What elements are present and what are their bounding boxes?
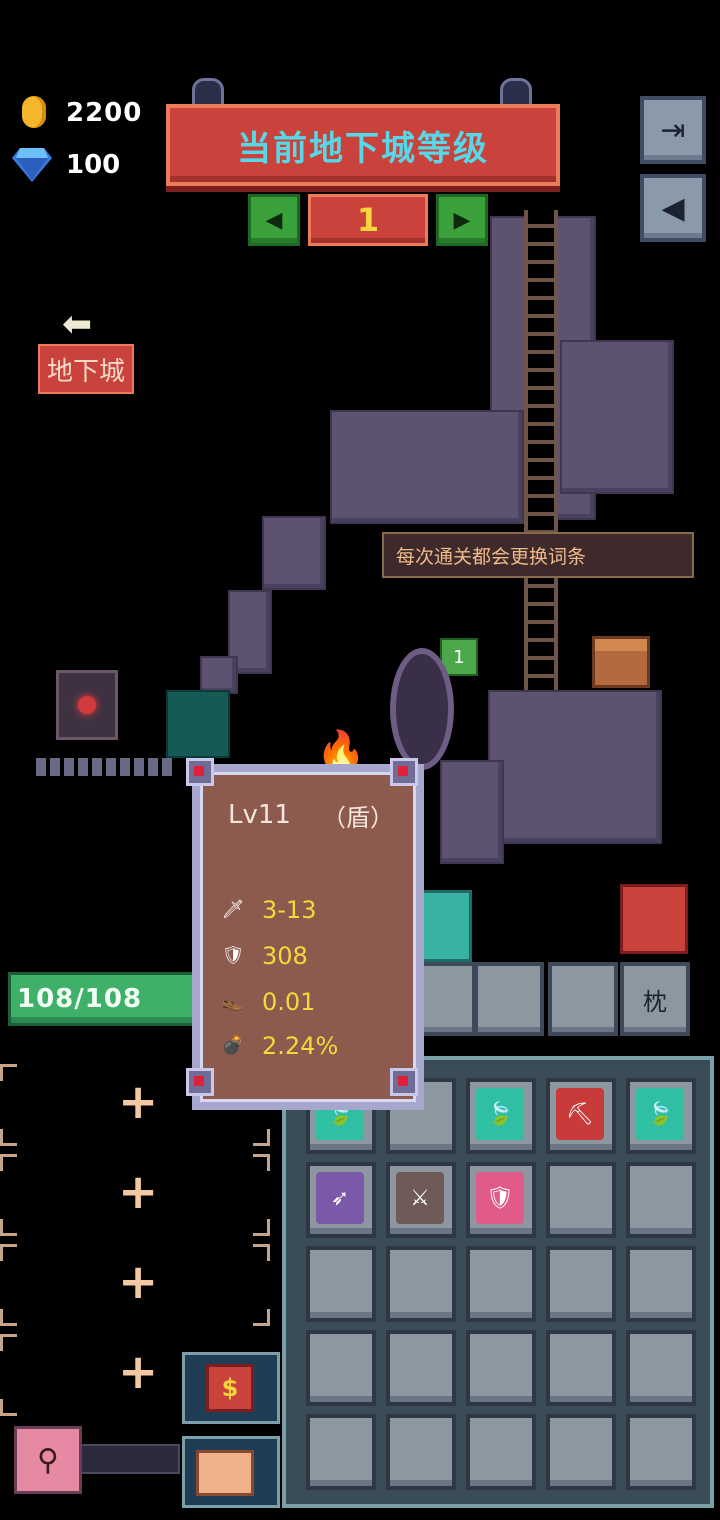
inventory-slot[interactable] — [626, 1162, 696, 1238]
back-arrow-icon[interactable]: ⬅ — [62, 304, 92, 345]
portal-icon[interactable] — [390, 648, 454, 770]
rock-block — [262, 516, 326, 590]
hero-button[interactable]: ⚲ — [14, 1426, 82, 1494]
item-level: Lv11 — [228, 800, 291, 830]
stat-defense: 308 — [262, 942, 308, 970]
gold-coin-icon — [22, 96, 46, 128]
ladder — [524, 210, 558, 690]
inventory-slot[interactable] — [386, 1330, 456, 1406]
inventory-slot[interactable] — [306, 1414, 376, 1490]
inventory-slot[interactable] — [466, 1330, 536, 1406]
pickaxe-book-red-icon: ⛏ — [556, 1088, 604, 1140]
red-gem-icon — [78, 696, 96, 714]
rock-block — [200, 656, 238, 694]
inventory-slot[interactable]: 🍃 — [626, 1078, 696, 1154]
rock-cluster — [560, 340, 674, 494]
coin-count: 2200 — [66, 98, 143, 128]
inventory-slot[interactable] — [306, 1330, 376, 1406]
inventory-slot[interactable] — [626, 1414, 696, 1490]
bow-book-purple-icon: ➶ — [316, 1172, 364, 1224]
prev-level-button[interactable]: ◀ — [248, 194, 300, 246]
inventory-slot[interactable]: ⛏ — [546, 1078, 616, 1154]
rock-cluster — [488, 690, 662, 844]
inventory-slot[interactable]: 🛡 — [466, 1162, 536, 1238]
inventory-slot[interactable] — [546, 1330, 616, 1406]
inventory-slot[interactable]: 🍃 — [466, 1078, 536, 1154]
dungeon-button[interactable]: 地下城 — [38, 344, 134, 394]
rock-cluster — [330, 410, 524, 524]
inventory-slot[interactable] — [386, 1246, 456, 1322]
dungeon-tip: 每次通关都会更换词条 — [382, 532, 694, 578]
equipment-slot-4[interactable]: + — [0, 1334, 180, 1416]
right-arrow-icon: ▶ — [453, 207, 471, 233]
left-arrow-icon: ◀ — [265, 207, 283, 233]
shield-icon: 🛡 — [221, 944, 245, 966]
dungeon-level-value: 1 — [308, 194, 428, 246]
stat-crit: 2.24% — [262, 1032, 339, 1060]
inventory-slot[interactable] — [626, 1330, 696, 1406]
equipment-slot-3[interactable]: + — [0, 1244, 270, 1326]
next-level-button[interactable]: ▶ — [436, 194, 488, 246]
blue-diamond-icon — [12, 148, 52, 182]
sort-label: 枕 — [643, 987, 667, 1016]
inventory-slot[interactable] — [306, 1246, 376, 1322]
exit-button[interactable]: ⇥ — [640, 96, 706, 164]
inventory-slot[interactable]: ⚔ — [386, 1162, 456, 1238]
hero-icon: ⚲ — [37, 1442, 59, 1478]
dungeon-level-banner: 当前地下城等级 — [166, 104, 560, 186]
add-icon: + — [118, 1164, 159, 1220]
add-icon: + — [118, 1254, 159, 1310]
inventory-slot[interactable] — [466, 1246, 536, 1322]
exit-icon: ⇥ — [660, 112, 686, 148]
storage-chest-button[interactable] — [196, 1450, 254, 1496]
stat-speed: 0.01 — [262, 988, 316, 1016]
banner-title: 当前地下城等级 — [237, 128, 489, 169]
add-icon: + — [118, 1074, 159, 1130]
rock-block — [440, 760, 504, 864]
inventory-slot[interactable] — [626, 1246, 696, 1322]
shield-book-pink-icon: 🛡 — [476, 1172, 524, 1224]
bomb-icon: 💣 — [221, 1034, 245, 1056]
sound-icon: ◀ — [661, 190, 685, 226]
treasure-chest-icon[interactable] — [592, 636, 650, 688]
leaf-book-teal-icon: 🍃 — [636, 1088, 684, 1140]
card-corner — [186, 1068, 214, 1096]
inventory-slot[interactable] — [546, 1162, 616, 1238]
shop-button[interactable]: $ — [206, 1364, 254, 1412]
progress-track — [80, 1444, 180, 1474]
inventory-slot[interactable] — [546, 1414, 616, 1490]
quick-slot[interactable] — [548, 962, 618, 1036]
altar-icon[interactable] — [56, 670, 118, 740]
item-type: （盾） — [322, 804, 394, 832]
sword-icon: 🗡 — [221, 898, 245, 920]
leaf-book-teal-icon: 🍃 — [476, 1088, 524, 1140]
sort-button[interactable]: 枕 — [620, 962, 690, 1036]
inventory-slot[interactable] — [386, 1414, 456, 1490]
add-icon: + — [118, 1344, 159, 1400]
gem-count: 100 — [66, 150, 121, 180]
card-corner — [390, 758, 418, 786]
card-corner — [390, 1068, 418, 1096]
sword-book-brown-icon: ⚔ — [396, 1172, 444, 1224]
sound-button[interactable]: ◀ — [640, 174, 706, 242]
quick-slot[interactable] — [474, 962, 544, 1036]
moss-block — [166, 690, 230, 758]
floor-rail — [36, 758, 176, 776]
inventory-slot[interactable]: ➶ — [306, 1162, 376, 1238]
inventory-slot[interactable] — [466, 1414, 536, 1490]
card-corner — [186, 758, 214, 786]
equipment-slot-2[interactable]: + — [0, 1154, 270, 1236]
stat-attack: 3-13 — [262, 896, 317, 924]
equip-slot-red[interactable] — [620, 884, 688, 954]
boot-icon: 👞 — [221, 990, 245, 1012]
inventory-slot[interactable] — [546, 1246, 616, 1322]
hp-bar: 108/108 — [8, 972, 204, 1026]
